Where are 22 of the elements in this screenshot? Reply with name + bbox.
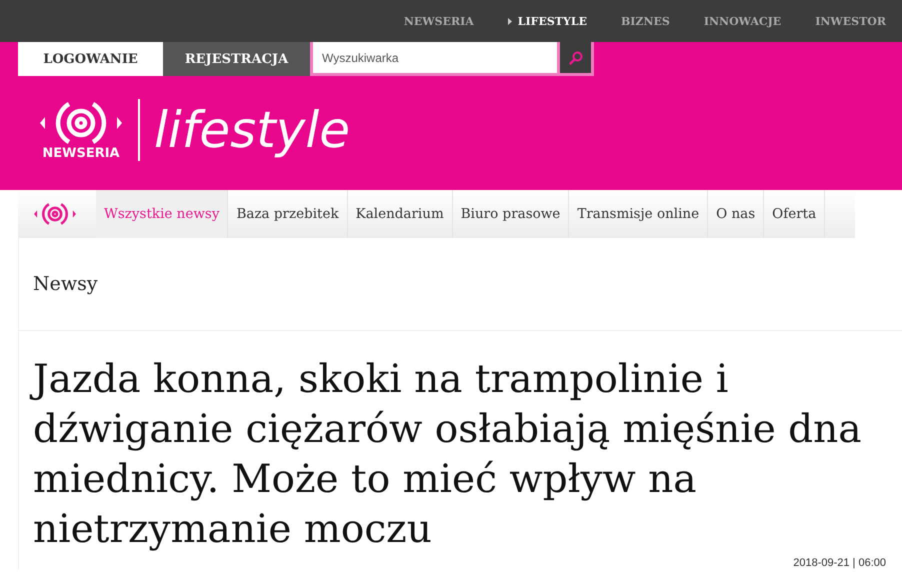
top-nav-link[interactable]: BIZNES [620,14,670,28]
top-nav-link[interactable]: NEWSERIA [404,14,474,28]
triangle-icon [508,18,512,24]
top-nav-link[interactable]: INNOWACJE [704,14,782,28]
top-nav-link[interactable]: LIFESTYLE [508,14,587,28]
search-icon [568,50,582,64]
signal-logo-icon [32,201,78,227]
login-button[interactable]: LOGOWANIE [18,42,163,76]
main-nav-link[interactable]: Baza przebitek [228,190,348,238]
search-button[interactable] [560,42,594,76]
top-nav-link[interactable]: INWESTOR [815,14,886,28]
main-nav-link[interactable]: Oferta [764,190,826,238]
register-button[interactable]: REJESTRACJA [163,42,310,76]
publish-date: 2018-09-21 | 06:00 [793,557,886,569]
main-nav-link[interactable]: O nas [708,190,764,238]
main-nav-link[interactable]: Kalendarium [348,190,453,238]
search-field[interactable]: Wyszukiwarka [310,42,560,76]
section-title: Newsy [33,273,98,295]
main-nav-link[interactable]: Biuro prasowe [452,190,570,238]
main-nav-link[interactable]: Transmisje online [569,190,708,238]
main-nav-link[interactable]: Wszystkie newsy [96,190,228,238]
brand-name: NEWSERIA [42,146,120,161]
